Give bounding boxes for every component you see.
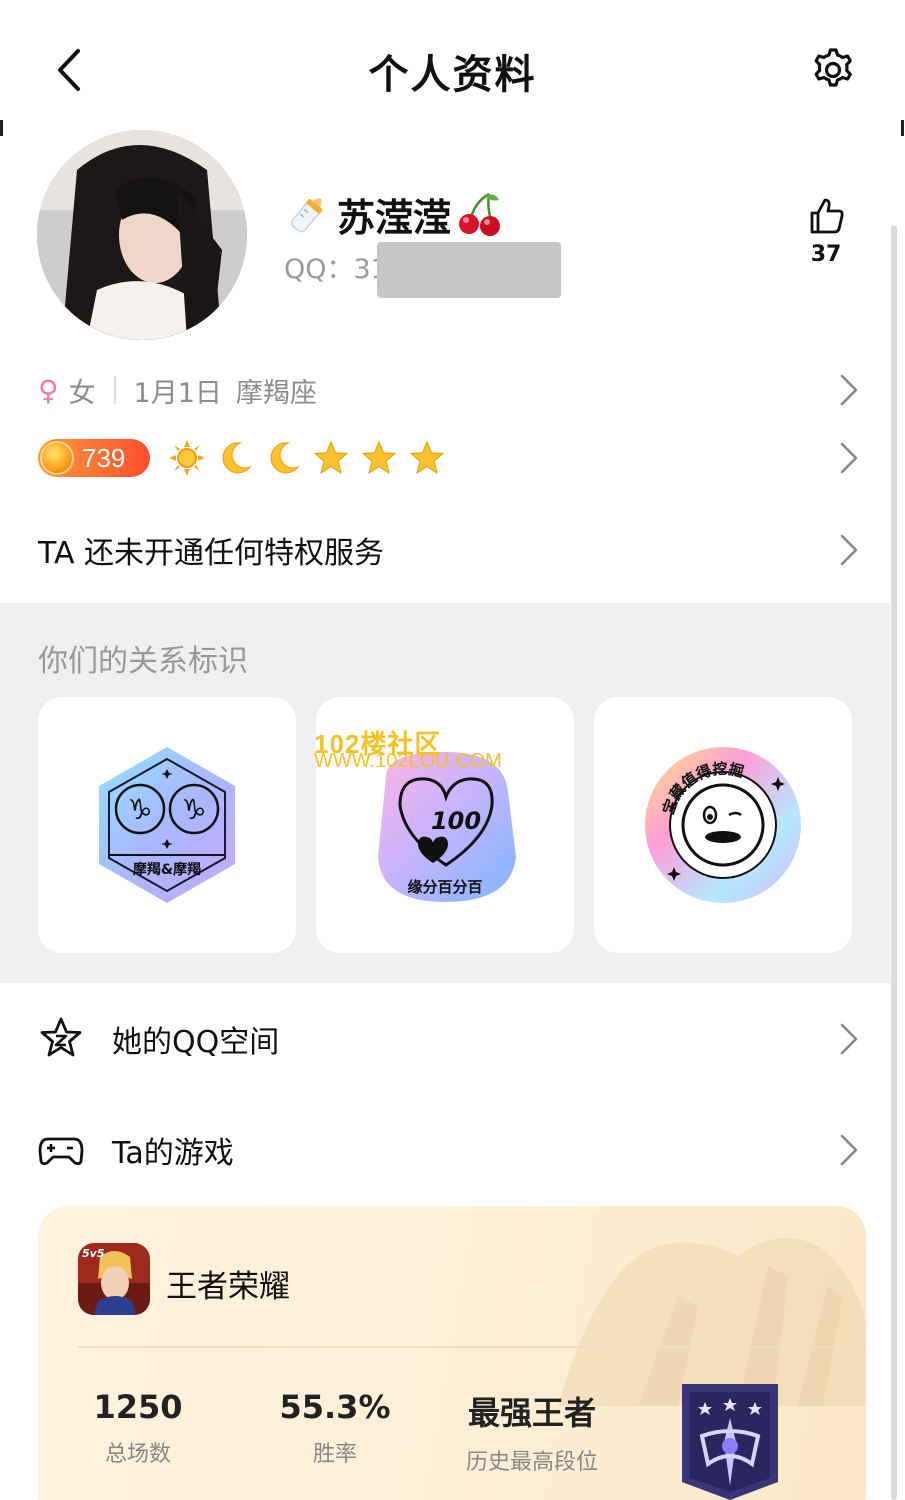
like-count: 37	[810, 242, 842, 267]
chevron-right-icon[interactable]	[838, 440, 860, 476]
basic-info-row[interactable]: ♀ 女 1月1日 摩羯座	[38, 368, 317, 412]
rank-emblem-icon	[682, 1384, 778, 1500]
divider	[78, 1346, 866, 1348]
capricorn-badge-icon: ♑ ♑ 摩羯&摩羯	[99, 747, 235, 903]
nickname-row: 苏滢滢	[283, 186, 503, 242]
avatar[interactable]	[37, 130, 247, 340]
gear-icon	[814, 48, 852, 87]
corner-mark	[901, 120, 904, 136]
stat-caption: 总场数	[104, 1442, 171, 1467]
chevron-right-icon[interactable]	[838, 372, 860, 408]
stat-total-games: 1250 总场数	[78, 1388, 198, 1468]
chevron-right-icon[interactable]	[838, 1132, 860, 1168]
game-icon: 5v5	[78, 1243, 150, 1315]
privilege-row[interactable]: TA 还未开通任何特权服务	[38, 528, 384, 572]
gender-text: 女	[68, 377, 96, 409]
baby-bottle-icon	[290, 198, 323, 233]
qzone-row[interactable]: 她的QQ空间	[38, 1009, 868, 1069]
level-row[interactable]: 739	[38, 436, 446, 480]
redacted-mask	[377, 242, 561, 298]
settings-button[interactable]	[806, 44, 858, 96]
like-button[interactable]: 37	[800, 196, 852, 267]
gamepad-icon	[38, 1137, 84, 1166]
section-title: 你们的关系标识	[38, 644, 248, 679]
stat-caption: 胜率	[312, 1442, 357, 1467]
thumbs-up-icon	[810, 198, 844, 234]
treasure-badge-icon: 宝藏值得挖掘	[645, 747, 801, 903]
stat-value: 最强王者	[467, 1394, 596, 1432]
corner-mark	[0, 120, 3, 136]
moon-icon	[222, 442, 252, 474]
level-number: 739	[82, 442, 126, 473]
svg-text:♑: ♑	[181, 793, 206, 826]
relation-badge-card[interactable]: ♑ ♑ 摩羯&摩羯	[38, 697, 296, 953]
stat-value: 55.3%	[279, 1388, 391, 1426]
watermark: WWW.102LOU.COM	[314, 750, 502, 772]
game-name: 王者荣耀	[166, 1269, 290, 1305]
moon-icon	[270, 442, 300, 474]
star-icon	[314, 441, 348, 474]
level-badge: 739	[38, 439, 150, 477]
divider	[113, 376, 116, 404]
stat-win-rate: 55.3% 胜率	[262, 1388, 408, 1468]
coin-icon	[40, 441, 74, 475]
svg-text:♑: ♑	[127, 793, 152, 826]
chevron-right-icon[interactable]	[838, 1021, 860, 1057]
nickname: 苏滢滢	[337, 195, 452, 240]
zodiac-text: 摩羯座	[235, 377, 317, 409]
female-icon: ♀	[38, 373, 59, 407]
qq-number: QQ：31	[284, 254, 388, 285]
badge-label: 摩羯&摩羯	[133, 861, 201, 878]
badge-number: 100	[431, 807, 481, 835]
scrollbar[interactable]	[891, 225, 897, 1500]
cherry-icon	[459, 192, 501, 236]
qzone-label: 她的QQ空间	[112, 1025, 280, 1060]
page-title: 个人资料	[368, 52, 537, 98]
game-icon-badge: 5v5	[82, 1247, 105, 1260]
sun-icon	[169, 440, 205, 476]
stat-highest-rank: 最强王者 历史最高段位	[450, 1388, 614, 1476]
qzone-star-icon	[40, 1017, 82, 1057]
badge-label: 缘分百分百	[407, 878, 482, 896]
star-icon	[410, 441, 444, 474]
stat-value: 1250	[93, 1388, 183, 1426]
games-row[interactable]: Ta的游戏	[38, 1120, 868, 1180]
star-icon	[362, 441, 396, 474]
chevron-right-icon[interactable]	[838, 532, 860, 568]
games-label: Ta的游戏	[112, 1136, 234, 1171]
stat-caption: 历史最高段位	[465, 1450, 598, 1475]
relation-badge-card[interactable]: 宝藏值得挖掘	[594, 697, 852, 953]
birthday-text: 1月1日	[133, 377, 222, 409]
